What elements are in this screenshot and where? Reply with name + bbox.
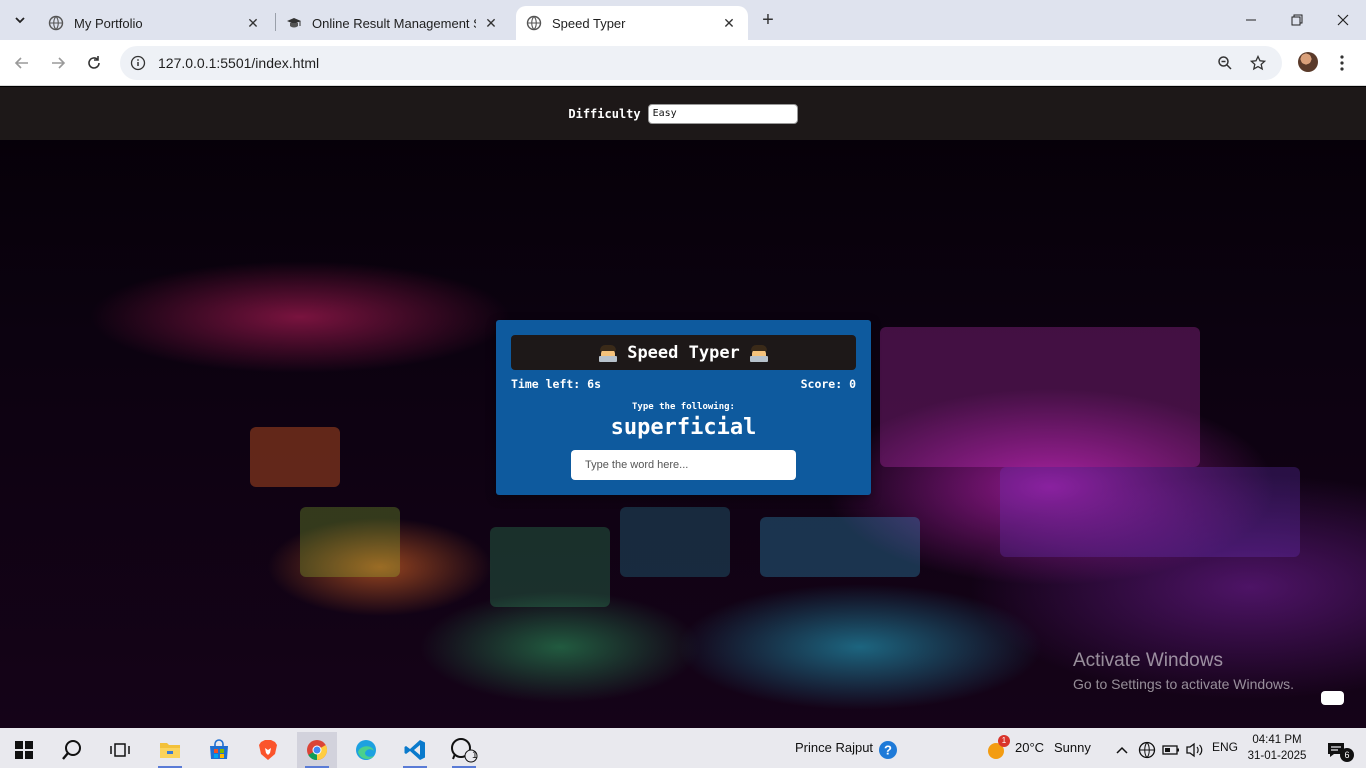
technologist-emoji-icon: [599, 344, 618, 362]
restore-icon[interactable]: [1274, 0, 1320, 40]
key-glow: [620, 507, 730, 577]
tab-search-dropdown-icon[interactable]: [8, 8, 32, 32]
tab-speed-typer[interactable]: Speed Typer ✕: [516, 6, 748, 40]
time-left: Time left: 6s: [511, 377, 602, 391]
key-glow: [1000, 467, 1300, 557]
difficulty-label: Difficulty: [568, 106, 641, 121]
input-language[interactable]: ENG: [1212, 740, 1238, 754]
difficulty-selected-value: Easy: [652, 108, 677, 119]
watermark-title: Activate Windows: [1073, 650, 1223, 671]
chrome-icon[interactable]: [297, 732, 337, 768]
forward-arrow-icon[interactable]: [44, 49, 72, 77]
type-prompt: Type the following:: [632, 402, 735, 412]
whatsapp-badge: 1: [472, 750, 478, 761]
address-bar[interactable]: 127.0.0.1:5501/index.html: [120, 46, 1282, 80]
key-glow: [250, 427, 340, 487]
tab-title: My Portfolio: [74, 15, 143, 31]
notification-count: 6: [1340, 748, 1354, 762]
reload-icon[interactable]: [80, 49, 108, 77]
globe-icon: [526, 15, 542, 31]
settings-bar: Difficulty Easy: [0, 87, 1366, 140]
help-icon[interactable]: ?: [868, 732, 908, 768]
profile-avatar[interactable]: [1298, 52, 1318, 72]
notifications-icon[interactable]: 6: [1316, 732, 1356, 768]
game-header: Speed Typer: [511, 335, 856, 370]
globe-icon: [48, 15, 64, 31]
windows-start-icon[interactable]: [4, 732, 44, 768]
search-icon[interactable]: [52, 732, 92, 768]
key-glow: [760, 517, 920, 577]
browser-toolbar: 127.0.0.1:5501/index.html: [0, 40, 1366, 86]
back-arrow-icon[interactable]: [8, 49, 36, 77]
difficulty-select[interactable]: Easy: [647, 103, 798, 124]
brave-browser-icon[interactable]: [248, 732, 288, 768]
graduation-cap-icon: [287, 18, 301, 28]
technologist-emoji-icon: [749, 344, 768, 362]
zoom-icon[interactable]: [1215, 53, 1235, 73]
system-clock[interactable]: 04:41 PM 31-01-2025: [1244, 732, 1310, 764]
more-menu-icon[interactable]: [1336, 51, 1348, 75]
game-title: Speed Typer: [627, 342, 740, 363]
weather-condition[interactable]: Sunny: [1054, 740, 1091, 755]
tab-title: Online Result Management Syst: [312, 15, 476, 31]
word-input[interactable]: Type the word here...: [571, 450, 796, 480]
score: Score: 0: [800, 377, 856, 391]
temperature[interactable]: 20°C: [1015, 740, 1044, 755]
vscode-icon[interactable]: [395, 732, 435, 768]
minimize-icon[interactable]: [1228, 0, 1274, 40]
watermark-subtitle: Go to Settings to activate Windows.: [1073, 676, 1294, 692]
key-glow: [880, 327, 1200, 467]
tab-strip: My Portfolio ✕ Online Result Management …: [0, 0, 1366, 40]
close-tab-icon[interactable]: ✕: [720, 14, 738, 32]
url-text[interactable]: 127.0.0.1:5501/index.html: [158, 55, 319, 71]
bookmark-star-icon[interactable]: [1248, 53, 1268, 73]
activate-windows-watermark: Activate Windows Go to Settings to activ…: [1073, 650, 1294, 692]
new-tab-icon[interactable]: +: [756, 8, 780, 32]
volume-icon[interactable]: [1174, 732, 1214, 768]
clock-date: 31-01-2025: [1247, 750, 1307, 762]
game-panel: Speed Typer Time left: 6s Score: 0 Type …: [496, 320, 871, 495]
tab-my-portfolio[interactable]: My Portfolio ✕: [38, 6, 272, 40]
tab-title: Speed Typer: [552, 15, 626, 31]
key-glow: [300, 507, 400, 577]
close-tab-icon[interactable]: ✕: [482, 14, 500, 32]
task-view-icon[interactable]: [100, 732, 140, 768]
edge-icon[interactable]: [346, 732, 386, 768]
clock-time: 04:41 PM: [1252, 734, 1302, 746]
microsoft-store-icon[interactable]: [199, 732, 239, 768]
file-explorer-icon[interactable]: [150, 732, 190, 768]
whatsapp-icon[interactable]: 1: [444, 732, 484, 768]
tab-result-management[interactable]: Online Result Management Syst ✕: [276, 6, 510, 40]
site-info-icon[interactable]: [128, 53, 148, 73]
word-input-placeholder: Type the word here...: [585, 459, 689, 471]
taskbar-user-name[interactable]: Prince Rajput: [795, 740, 873, 755]
weather-sun-icon[interactable]: 1: [976, 732, 1016, 768]
close-tab-icon[interactable]: ✕: [244, 14, 262, 32]
page-viewport: Difficulty Easy Speed Typer Time left: 6…: [0, 87, 1366, 728]
svg-text:?: ?: [884, 743, 892, 758]
chat-widget-icon[interactable]: [1321, 691, 1344, 705]
key-glow: [490, 527, 610, 607]
weather-badge: 1: [998, 735, 1010, 747]
windows-taskbar: 1 Prince Rajput ? 1 20°C Sunny ENG 04:41…: [0, 728, 1366, 768]
target-word: superficial: [610, 415, 757, 440]
close-window-icon[interactable]: [1320, 0, 1366, 40]
